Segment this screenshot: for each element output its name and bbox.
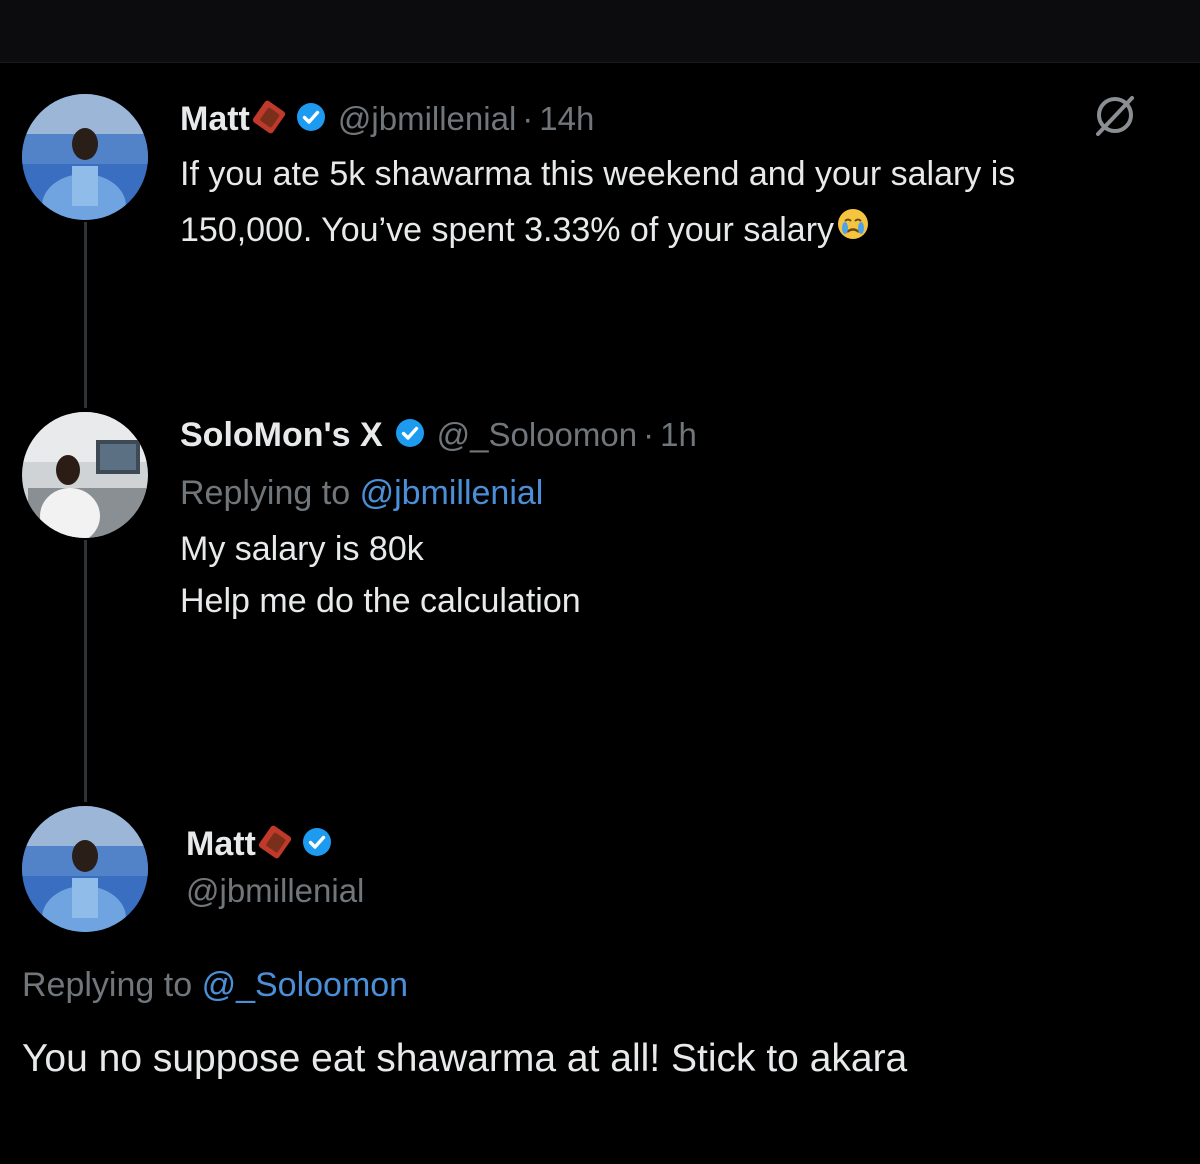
separator-dot: · (643, 416, 655, 453)
avatar[interactable] (22, 806, 148, 932)
timestamp[interactable]: 1h (660, 416, 697, 454)
thread-connector (84, 222, 87, 408)
thread-connector (84, 540, 87, 802)
avatar[interactable] (22, 94, 148, 220)
handle[interactable]: @_Soloomon (437, 416, 637, 454)
crying-face-emoji-icon (836, 202, 870, 258)
tweet-body: Replying to @_Soloomon You no suppose ea… (22, 966, 1182, 1085)
tweet-header: SoloMon's X @_Soloomon · 1h (180, 412, 1180, 458)
tweet-text-line: If you ate 5k shawarma this weekend and … (180, 155, 1016, 193)
tweet-header: Matt @jbmillenial · 14h (180, 96, 1180, 142)
avatar[interactable] (22, 412, 148, 538)
verified-icon (395, 418, 425, 453)
tweet-text: My salary is 80k Help me do the calculat… (180, 523, 1180, 627)
tweet-text-line: My salary is 80k (180, 530, 424, 568)
verified-icon (296, 102, 326, 137)
display-name[interactable]: Matt (180, 100, 250, 139)
tweet[interactable]: SoloMon's X @_Soloomon · 1h Replying to … (180, 412, 1180, 627)
replying-to-label: Replying to (22, 966, 193, 1004)
handle[interactable]: @jbmillenial (338, 100, 516, 138)
separator-dot: · (522, 100, 534, 137)
chocolate-emoji-icon (258, 825, 294, 864)
top-bar (0, 0, 1200, 63)
tweet-text-line: Help me do the calculation (180, 582, 581, 620)
verified-icon (302, 827, 332, 862)
display-name[interactable]: SoloMon's X (180, 416, 383, 455)
tweet-text: You no suppose eat shawarma at all! Stic… (22, 1037, 908, 1080)
tweet-text-segment: 150,000. You’ve spent 3.33% of your sala… (180, 211, 835, 249)
handle[interactable]: @jbmillenial (186, 872, 986, 910)
replying-to-handle[interactable]: @jbmillenial (360, 474, 544, 512)
display-name[interactable]: Matt (186, 825, 256, 864)
replying-to-label: Replying to (180, 474, 351, 512)
replying-to-handle[interactable]: @_Soloomon (202, 966, 409, 1004)
tweet-text-line: 150,000. You’ve spent 3.33% of your sala… (180, 202, 1180, 258)
tweet-text: If you ate 5k shawarma this weekend and … (180, 146, 1180, 258)
replying-to: Replying to @jbmillenial (180, 474, 1180, 513)
tweet[interactable]: Matt @jbmillenial · 14h If you ate 5k sh… (180, 96, 1180, 258)
replying-to: Replying to @_Soloomon (22, 966, 1182, 1005)
chocolate-emoji-icon (252, 100, 288, 139)
tweet-header-block[interactable]: Matt @jbmillenial (186, 820, 986, 910)
tweet-header: Matt (186, 820, 986, 868)
timestamp[interactable]: 14h (539, 100, 594, 138)
